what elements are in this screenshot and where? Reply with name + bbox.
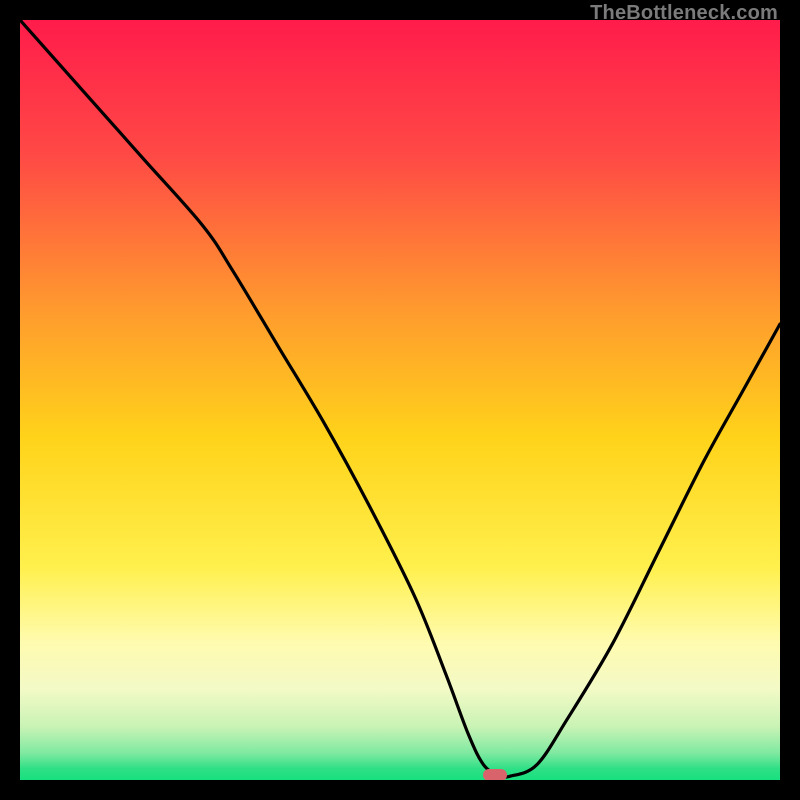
chart-frame: TheBottleneck.com [0, 0, 800, 800]
bottleneck-curve [20, 20, 780, 780]
minimum-marker [483, 769, 507, 780]
plot-area [20, 20, 780, 780]
